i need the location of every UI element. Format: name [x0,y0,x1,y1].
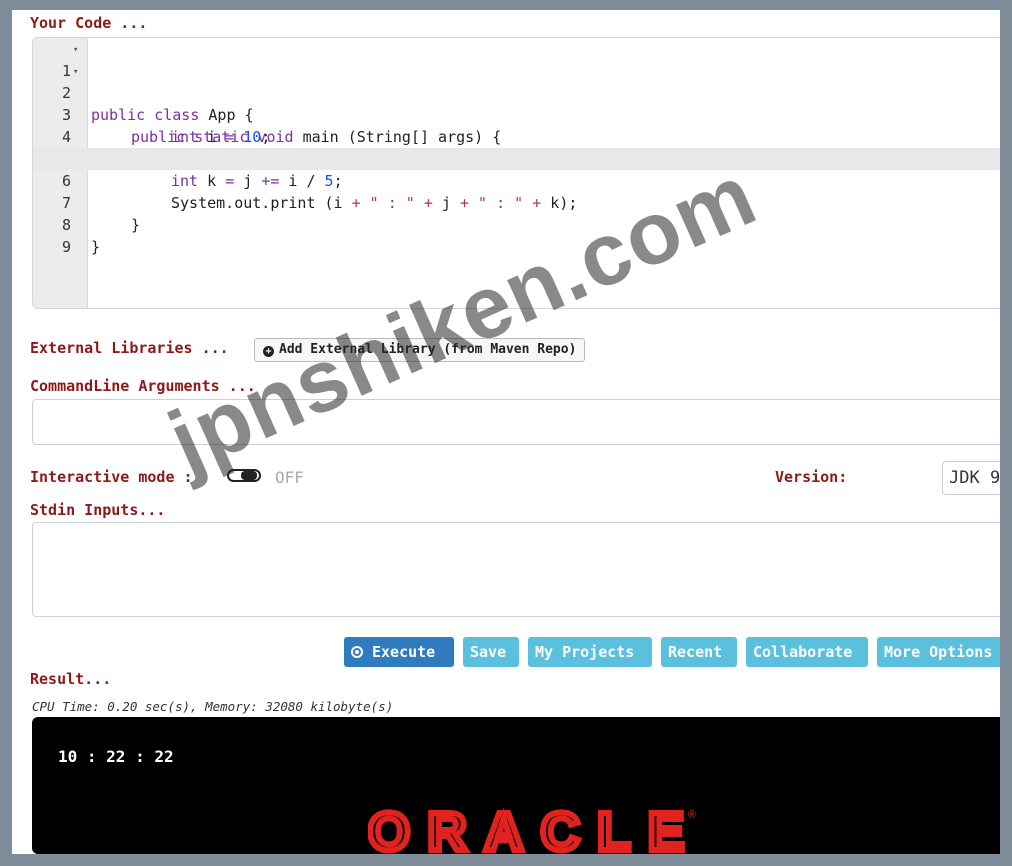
my-projects-button[interactable]: My Projects [528,637,652,667]
code-line[interactable]: 5 int k = j += i / 5; [33,126,1000,190]
version-select[interactable]: JDK 9 [942,461,1000,495]
toggle-state-text: OFF [275,468,304,487]
code-line[interactable]: 3 int i = 10; [33,82,1000,146]
external-libraries-label: External Libraries ... [30,339,229,357]
stdin-inputs-label: Stdin Inputs... [30,501,166,519]
code-line-active[interactable]: 6 System.out.print (i + " : " + j + " : … [33,148,1000,212]
result-label: Result... [30,670,112,688]
oracle-logo: ORACLE ® [368,804,696,854]
save-button[interactable]: Save [463,637,519,667]
code-line[interactable]: 7 } [33,170,1000,234]
your-code-label: Your Code ... [30,14,148,32]
line-number: 9 [61,238,71,256]
code-line[interactable]: 8 } [33,192,1000,256]
fold-arrow-icon[interactable]: ▾ [73,61,78,83]
fold-arrow-icon[interactable]: ▾ [73,39,78,61]
more-options-button[interactable]: More Options [877,637,1000,667]
version-label: Version: [775,468,848,486]
code-line[interactable]: 9 [33,214,1000,256]
svg-text:®: ® [688,809,696,821]
code-line[interactable]: 4 int j = 20; [33,104,1000,168]
recent-button[interactable]: Recent [661,637,737,667]
interactive-mode-label: Interactive mode : [30,468,193,486]
stdin-inputs-textarea[interactable] [32,522,1000,617]
cpu-memory-info: CPU Time: 0.20 sec(s), Memory: 32080 kil… [32,699,394,714]
compiler-page: Your Code ... 1 ▾ public class App { 2 ▾… [12,10,1000,854]
svg-text:ORACLE: ORACLE [368,804,686,854]
code-line[interactable]: 2 ▾ public static void main (String[] ar… [33,60,1000,146]
result-output-text: 10 : 22 : 22 [58,747,174,766]
code-line[interactable]: 1 ▾ public class App { [33,38,1000,124]
collaborate-button[interactable]: Collaborate [746,637,868,667]
execute-button[interactable]: Execute [344,637,454,667]
play-circle-icon [351,646,363,658]
